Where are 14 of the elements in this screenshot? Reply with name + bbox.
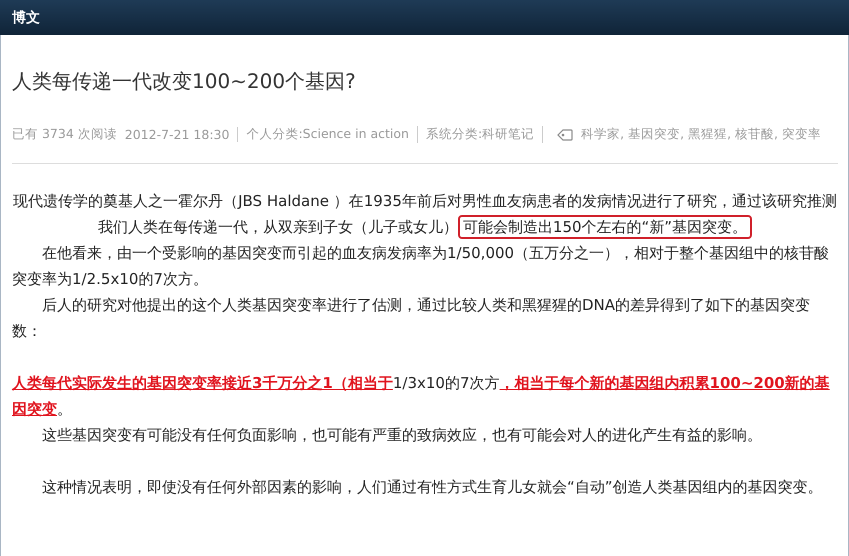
- read-count: 已有 3734 次阅读: [12, 126, 117, 143]
- paragraph: 在他看来，由一个受影响的基因突变而引起的血友病发病率为1/50,000（五万分之一），相对于整个基因组中的核苷酸突变率为1/2.5x10的7次方。: [12, 243, 830, 290]
- tag-list[interactable]: 科学家, 基因突变, 黑猩猩, 核苷酸, 突变率: [581, 126, 821, 143]
- paragraph: 现代遗传学的奠基人之一霍尔丹（JBS Haldane ）在1935年前后对男性血友病患者的发病情况进行了研究，通过该研究推测我们人类在每传递一代，从双亲到子女（儿子或女儿） 可能会制造出150个左右的“新”基因突变。: [12, 188, 838, 240]
- paragraph: 这种情况表明，即使没有任何外部因素的影响，人们通过有性方式生育儿女就会“自动”创造人类基因组内的基因突变。: [41, 477, 824, 498]
- personal-category-link[interactable]: 个人分类:Science in action: [246, 126, 418, 143]
- paragraph: 后人的研究对他提出的这个人类基因突变率进行了估测，通过比较人类和黑猩猩的DNA的差异得到了如下的基因突变数：: [12, 295, 812, 342]
- post-date: 2012-7-21 18:30: [124, 127, 238, 142]
- header-title: 博文: [12, 8, 40, 26]
- article-title: 人类每传递一代改变100~200个基因?: [12, 68, 357, 95]
- tag-icon: [557, 128, 574, 140]
- paragraph: 这些基因突变有可能没有任何负面影响，也可能有严重的致病效应，也有可能会对人的进化产生有益的影响。: [41, 425, 763, 446]
- system-category-link[interactable]: 系统分类:科研笔记: [426, 126, 544, 143]
- paragraph: 人类每代实际发生的基因突变率接近3千万分之1（相当于1/3x10的7次方，相当于每个新的基因组内积累100~200新的基因突变。: [12, 373, 831, 420]
